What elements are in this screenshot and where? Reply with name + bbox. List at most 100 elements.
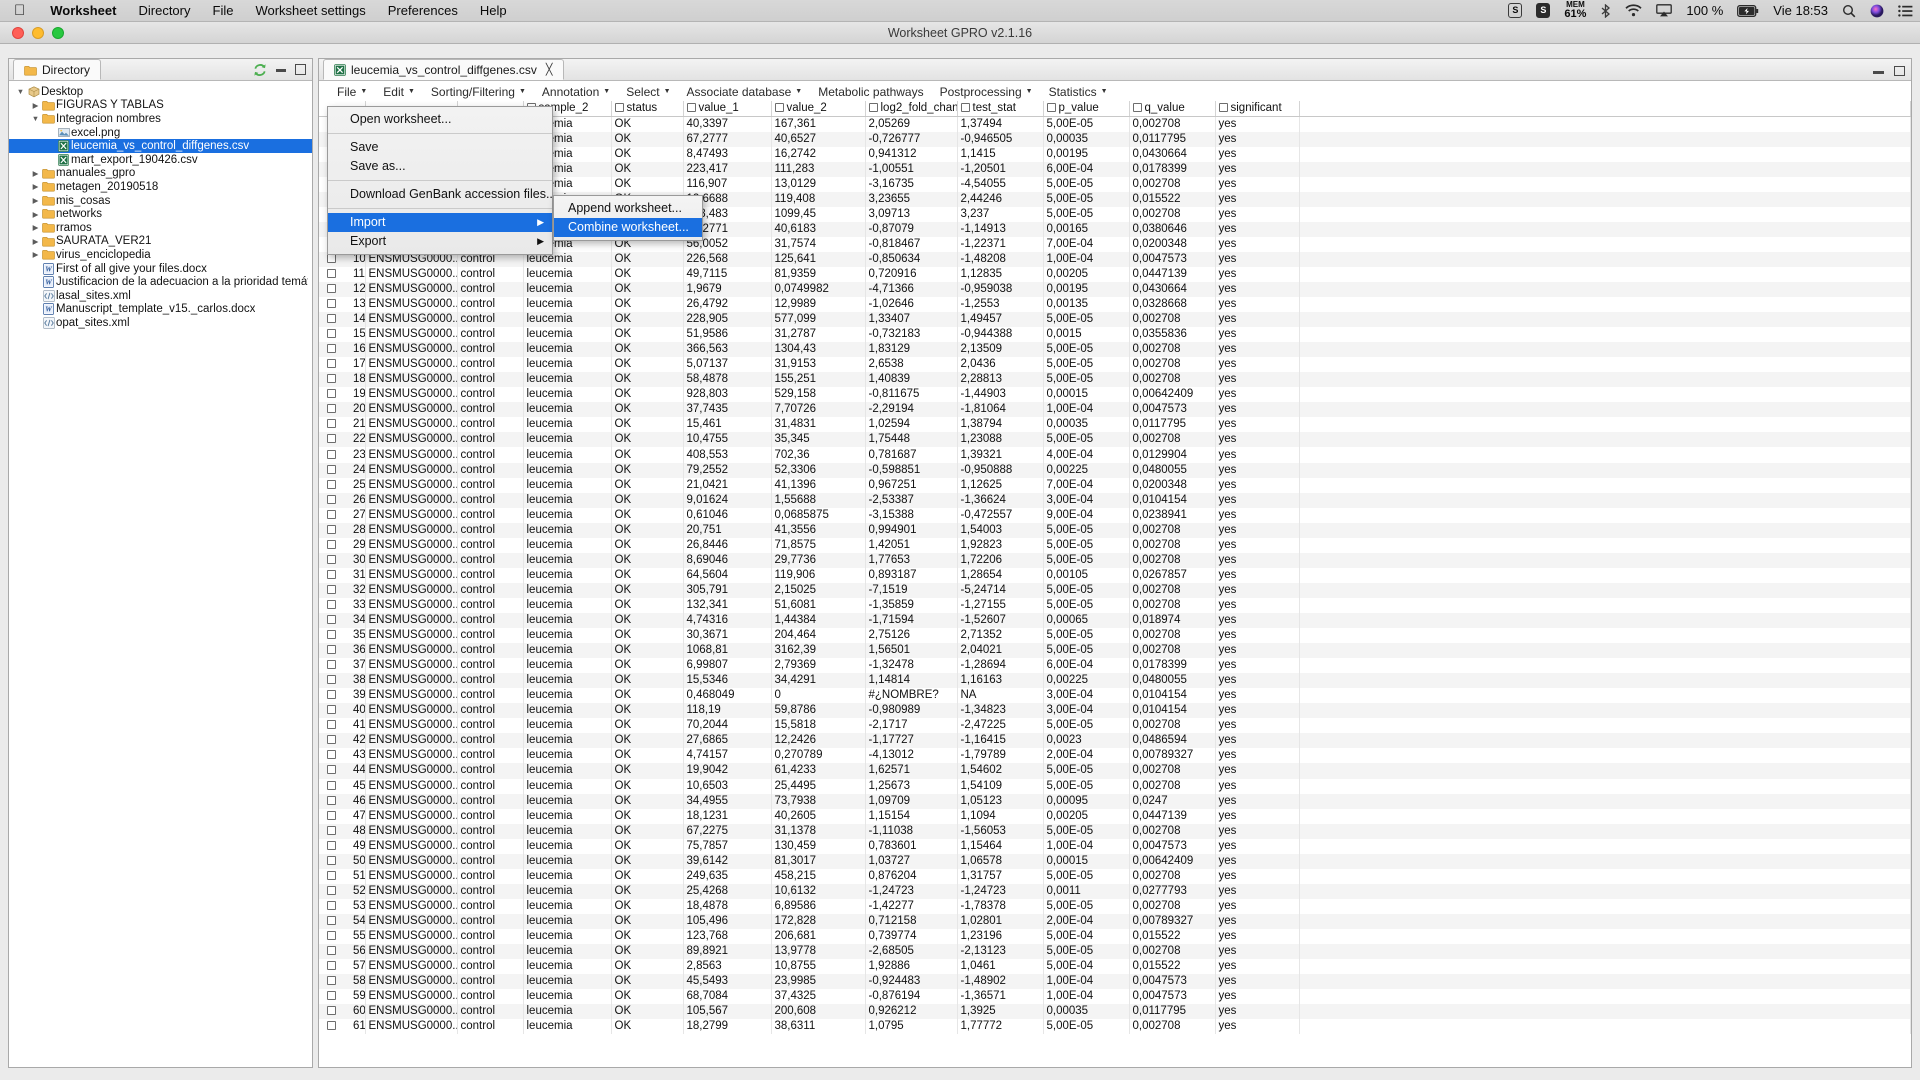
cell-p_value[interactable]: 3,00E-04 [1043, 492, 1130, 508]
maximize-icon[interactable] [1894, 66, 1905, 76]
row-select-cell[interactable]: 52 [319, 883, 366, 899]
cell-sample_2[interactable]: leucemia [523, 913, 612, 929]
row-checkbox[interactable] [327, 389, 336, 399]
cell-p_value[interactable]: 0,00035 [1043, 417, 1130, 433]
row-checkbox[interactable] [327, 735, 336, 745]
row-checkbox[interactable] [327, 479, 336, 489]
cell-significant[interactable]: yes [1215, 402, 1300, 418]
cell-log2_fold_change[interactable]: 0,994901 [865, 522, 958, 538]
cell-p_value[interactable]: 5,00E-05 [1043, 357, 1130, 373]
cell-sample_2[interactable]: leucemia [523, 477, 612, 493]
cell-sample_2[interactable]: leucemia [523, 372, 612, 388]
cell-value_1[interactable]: 8,69046 [683, 552, 772, 568]
cell-value_1[interactable]: 228,905 [683, 312, 772, 328]
cell-gene[interactable]: ENSMUSG0000... [365, 778, 458, 794]
cell-sample_1[interactable]: control [457, 643, 524, 659]
table-row[interactable]: 56 ENSMUSG0000... control leucemia OK 89,8921… [319, 944, 1911, 960]
cell-status[interactable]: OK [611, 281, 684, 298]
cell-sample_1[interactable]: control [457, 281, 524, 298]
cell-gene[interactable]: ENSMUSG0000... [365, 748, 458, 764]
cell-significant[interactable]: yes [1215, 989, 1300, 1005]
cell-value_1[interactable]: 4,74316 [683, 613, 772, 629]
cell-sample_2[interactable]: leucemia [523, 312, 612, 328]
cell-gene[interactable]: ENSMUSG0000... [365, 567, 458, 583]
tree-item[interactable]: lasal_sites.xml [9, 289, 312, 303]
table-row[interactable]: leucemiaOK40,3397167,3612,052691,374945,… [319, 116, 1911, 132]
row-select-cell[interactable]: 47 [319, 808, 366, 824]
cell-sample_2[interactable]: leucemia [523, 718, 612, 734]
row-select-cell[interactable]: 29 [319, 537, 366, 553]
cell-significant[interactable]: yes [1215, 823, 1300, 839]
cell-sample_2[interactable]: leucemia [523, 1004, 612, 1020]
cell-status[interactable]: OK [611, 613, 684, 629]
cell-p_value[interactable]: 1,00E-04 [1043, 251, 1130, 267]
cell-value_1[interactable]: 8,47493 [683, 146, 772, 162]
table-row[interactable]: leucemiaOK223,417111,283-1,00551-1,20501… [319, 161, 1911, 177]
cell-significant[interactable]: yes [1215, 1019, 1300, 1035]
cell-value_2[interactable]: 38,6311 [771, 1019, 866, 1035]
cell-value_2[interactable]: 1,55688 [771, 492, 866, 508]
cell-significant[interactable]: yes [1215, 613, 1300, 629]
cell-value_2[interactable]: 155,251 [771, 372, 866, 388]
cell-status[interactable]: OK [611, 176, 684, 192]
cell-log2_fold_change[interactable]: -0,818467 [865, 236, 958, 252]
cell-log2_fold_change[interactable]: -1,17727 [865, 733, 958, 749]
cell-value_1[interactable]: 79,2552 [683, 462, 772, 478]
cell-status[interactable]: OK [611, 567, 684, 583]
cell-sample_1[interactable]: control [457, 944, 524, 960]
cell-q_value[interactable]: 0,0447139 [1129, 266, 1216, 282]
cell-sample_2[interactable]: leucemia [523, 928, 612, 945]
cell-log2_fold_change[interactable]: -3,15388 [865, 507, 958, 523]
cell-p_value[interactable]: 5,00E-05 [1043, 823, 1130, 839]
row-checkbox[interactable] [327, 344, 336, 354]
cell-q_value[interactable]: 0,0277793 [1129, 883, 1216, 899]
cell-significant[interactable]: yes [1215, 552, 1300, 568]
cell-gene[interactable]: ENSMUSG0000... [365, 492, 458, 508]
cell-gene[interactable]: ENSMUSG0000... [365, 718, 458, 734]
row-checkbox[interactable] [327, 855, 336, 865]
table-row[interactable]: 50 ENSMUSG0000... control leucemia OK 39,6142… [319, 853, 1911, 869]
cell-sample_1[interactable]: control [457, 688, 524, 704]
cell-q_value[interactable]: 0,0047573 [1129, 838, 1216, 854]
row-select-cell[interactable]: 22 [319, 432, 366, 448]
table-row[interactable]: 42 ENSMUSG0000... control leucemia OK 27,6865… [319, 733, 1911, 749]
cell-value_2[interactable]: 458,215 [771, 868, 866, 884]
row-select-cell[interactable]: 56 [319, 944, 366, 960]
cell-q_value[interactable]: 0,0047573 [1129, 989, 1216, 1005]
cell-log2_fold_change[interactable]: 0,783601 [865, 838, 958, 854]
row-select-cell[interactable]: 38 [319, 673, 366, 689]
cell-sample_1[interactable]: control [457, 628, 524, 644]
cell-gene[interactable]: ENSMUSG0000... [365, 959, 458, 975]
cell-sample_1[interactable]: control [457, 567, 524, 583]
cell-log2_fold_change[interactable]: 1,77653 [865, 552, 958, 568]
cell-value_1[interactable]: 30,3671 [683, 628, 772, 644]
table-row[interactable]: 12 ENSMUSG0000... control leucemia OK 1,9679 0… [319, 281, 1911, 298]
cell-test_stat[interactable]: 1,23196 [957, 928, 1044, 945]
cell-sample_2[interactable]: leucemia [523, 613, 612, 629]
cell-status[interactable]: OK [611, 462, 684, 478]
row-checkbox[interactable] [327, 961, 336, 971]
cell-test_stat[interactable]: 1,12625 [957, 477, 1044, 493]
cell-significant[interactable]: yes [1215, 462, 1300, 478]
cell-p_value[interactable]: 0,00195 [1043, 281, 1130, 298]
cell-value_1[interactable]: 15,461 [683, 417, 772, 433]
cell-log2_fold_change[interactable]: -3,16735 [865, 176, 958, 192]
cell-log2_fold_change[interactable]: -1,71594 [865, 613, 958, 629]
table-row[interactable]: 13 ENSMUSG0000... control leucemia OK 26,4792… [319, 297, 1911, 313]
cell-test_stat[interactable]: -2,47225 [957, 718, 1044, 734]
menustrip-item-statistics[interactable]: Statistics ▼ [1041, 85, 1116, 99]
cell-sample_2[interactable]: leucemia [523, 447, 612, 463]
refresh-icon[interactable] [253, 61, 267, 77]
cell-sample_2[interactable]: leucemia [523, 432, 612, 448]
cell-value_1[interactable]: 89,8921 [683, 944, 772, 960]
row-select-cell[interactable]: 14 [319, 312, 366, 328]
row-select-cell[interactable]: 44 [319, 763, 366, 779]
cell-sample_1[interactable]: control [457, 507, 524, 523]
cell-p_value[interactable]: 0,00205 [1043, 808, 1130, 824]
cell-log2_fold_change[interactable]: -1,02646 [865, 297, 958, 313]
cell-sample_1[interactable]: control [457, 492, 524, 508]
cell-value_1[interactable]: 26,8446 [683, 537, 772, 553]
cell-sample_2[interactable]: leucemia [523, 387, 612, 403]
column-checkbox[interactable] [1218, 103, 1228, 113]
cell-log2_fold_change[interactable]: -7,1519 [865, 582, 958, 598]
